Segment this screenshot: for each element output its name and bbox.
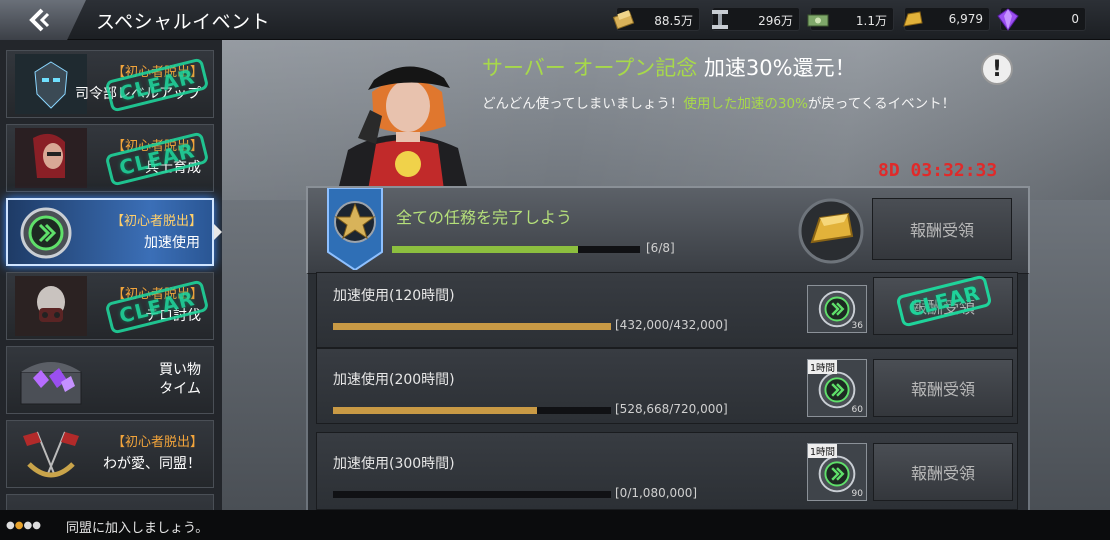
summary-progress-fill	[392, 246, 578, 253]
event-title: サーバー オープン記念 加速30%還元！	[482, 52, 856, 82]
task-progress-bar	[333, 491, 611, 498]
task-progress-fill	[333, 407, 538, 414]
task-progress-text: [0/1,080,000]	[615, 486, 698, 500]
sidebar-item-hq-level[interactable]: 【初心者脱出】 司令部レベルアップ CLEAR	[6, 50, 214, 118]
summary-progress-bar	[392, 246, 640, 253]
task-title: 加速使用(120時間)	[333, 288, 455, 304]
masked-raider-icon	[15, 276, 87, 336]
star-rank-badge-icon	[327, 188, 383, 270]
speedup-clock-icon	[20, 207, 72, 259]
sidebar-item-terror-suppression[interactable]: 【初心者脱出】 テロ討伐 CLEAR	[6, 272, 214, 340]
event-description: どんどん使ってしまいましょう！使用した加速の30%が戻ってくるイベント！	[482, 94, 1002, 114]
back-button[interactable]	[0, 0, 86, 40]
sidebar-item-speedup-use[interactable]: 【初心者脱出】 加速使用	[6, 198, 222, 266]
info-button[interactable]: !	[981, 53, 1013, 85]
resource-value: 296万	[758, 14, 793, 28]
task-reward-icon[interactable]: 36	[807, 285, 867, 333]
top-bar: スペシャルイベント 88.5万 296万 1.1万 6,979 0	[0, 0, 1110, 40]
task-row: 加速使用(200時間) [528,668/720,000] 1時間 60 報酬受…	[316, 348, 1018, 424]
crossed-flags-laurel-icon	[23, 431, 79, 478]
sidebar-item-next[interactable]	[6, 494, 214, 510]
summary-title: 全ての任務を完了しよう	[396, 208, 573, 227]
back-arrow-icon	[29, 8, 50, 32]
event-title-rest: 加速30%還元！	[697, 56, 856, 80]
task-progress-bar	[333, 407, 611, 414]
resource-value: 1.1万	[855, 14, 887, 28]
page-title: スペシャルイベント	[96, 11, 271, 33]
task-progress-text: [528,668/720,000]	[615, 402, 728, 416]
task-progress-text: [432,000/432,000]	[615, 318, 728, 332]
resource-gold[interactable]: 6,979	[903, 7, 990, 31]
resource-gold-bars[interactable]: 88.5万	[612, 7, 700, 31]
ticker-message: 同盟に加入しましょう。	[66, 521, 209, 536]
desc-part: が戻ってくるイベント！	[807, 96, 956, 112]
summary-claim-button[interactable]: 報酬受領	[872, 198, 1012, 260]
resource-value: 88.5万	[654, 14, 693, 28]
resource-steel[interactable]: 296万	[712, 7, 800, 31]
reward-quantity: 60	[851, 405, 863, 415]
treasure-chest-icon	[20, 362, 82, 405]
gold-bar-reward-icon	[798, 198, 864, 264]
sidebar-item-tag: 【初心者脱出】	[110, 214, 202, 229]
task-reward-icon[interactable]: 1時間 60	[807, 359, 867, 417]
task-title: 加速使用(200時間)	[333, 372, 455, 388]
task-title: 加速使用(300時間)	[333, 456, 455, 472]
chat-ticker[interactable]: ●●●● 同盟に加入しましょう。	[0, 510, 1110, 540]
resource-gems[interactable]: 0	[997, 7, 1086, 31]
desc-part: どんどん使ってしまいましょう！	[482, 96, 684, 112]
task-claim-button[interactable]: 報酬受領	[873, 359, 1013, 417]
event-timer: 8D 03:32:33	[878, 160, 998, 181]
reward-quantity: 36	[851, 321, 863, 331]
task-claim-button[interactable]: 報酬受領	[873, 443, 1013, 501]
sidebar-item-shopping-time[interactable]: 買い物 タイム	[6, 346, 214, 414]
reward-duration-badge: 1時間	[808, 444, 838, 458]
sidebar-item-label: 買い物 タイム	[159, 361, 201, 399]
sidebar-item-alliance[interactable]: 【初心者脱出】 わが愛、同盟！	[6, 420, 214, 488]
task-row: 加速使用(300時間) [0/1,080,000] 1時間 90 報酬受領	[316, 432, 1018, 510]
task-progress-fill	[333, 323, 611, 330]
sidebar-item-label: わが愛、同盟！	[103, 456, 201, 472]
event-sidebar: 【初心者脱出】 司令部レベルアップ CLEAR 【初心者脱出】 兵士育成 CLE…	[0, 40, 222, 510]
reward-duration-badge: 1時間	[808, 360, 838, 374]
ticker-dots-icon: ●●●●	[6, 520, 41, 531]
label-line: タイム	[159, 381, 201, 397]
gold-bar-stack-icon	[612, 10, 635, 30]
resource-value: 6,979	[948, 12, 983, 26]
event-title-highlight: サーバー オープン記念	[482, 56, 698, 80]
task-progress-bar	[333, 323, 611, 330]
reward-quantity: 90	[851, 489, 863, 499]
gold-ingot-icon	[903, 11, 923, 27]
resource-cash[interactable]: 1.1万	[807, 7, 894, 31]
purple-gem-icon	[997, 8, 1019, 31]
summary-progress-text: [6/8]	[646, 241, 675, 255]
task-reward-icon[interactable]: 1時間 90	[807, 443, 867, 501]
desc-highlight: 使用した加速の30%	[683, 96, 808, 112]
sidebar-item-soldier-training[interactable]: 【初心者脱出】 兵士育成 CLEAR	[6, 124, 214, 192]
cash-stack-icon	[807, 14, 829, 27]
label-line: 買い物	[159, 362, 201, 378]
resource-value: 0	[1071, 12, 1079, 26]
sidebar-item-label: 加速使用	[144, 235, 200, 251]
steel-beam-icon	[712, 10, 728, 29]
sidebar-item-tag: 【初心者脱出】	[111, 435, 203, 450]
female-soldier-icon	[15, 128, 87, 188]
event-heroine-portrait	[338, 66, 468, 190]
